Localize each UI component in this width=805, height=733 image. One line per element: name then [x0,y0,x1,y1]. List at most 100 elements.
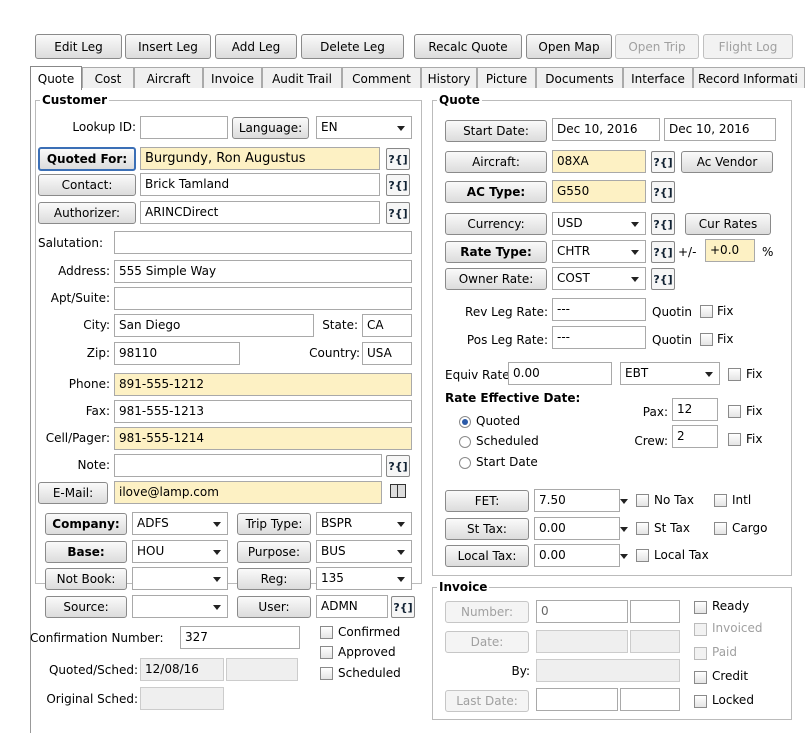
currency-lookup-icon[interactable]: ?{] [651,213,675,235]
invoice-date-button[interactable]: Date: [445,631,529,653]
confirmation-number-input[interactable]: 327 [180,626,300,649]
ac-type-input[interactable]: G550 [552,180,646,203]
user-input[interactable]: ADMN [316,595,388,618]
tab-picture[interactable]: Picture [477,67,536,89]
state-input[interactable]: CA [362,314,412,337]
note-input[interactable] [114,454,382,477]
email-button[interactable]: E-Mail: [38,482,108,504]
ac-type-button[interactable]: AC Type: [445,181,547,203]
apt-suite-input[interactable] [114,287,412,310]
tab-audit-trail[interactable]: Audit Trail [262,67,342,89]
rate-type-button[interactable]: Rate Type: [445,241,547,263]
reg-select[interactable]: 135 [316,567,412,590]
rev-leg-rate-input[interactable]: --- [552,298,646,321]
source-button[interactable]: Source: [45,596,127,618]
ac-vendor-button[interactable]: Ac Vendor [681,151,773,173]
invoiced-checkbox[interactable] [694,623,707,636]
st-tax-checkbox[interactable] [636,522,649,535]
owner-rate-button[interactable]: Owner Rate: [445,268,547,290]
recalc-quote-button[interactable]: Recalc Quote [414,34,522,59]
open-trip-button[interactable]: Open Trip [615,34,699,59]
contact-button[interactable]: Contact: [38,174,136,196]
add-leg-button[interactable]: Add Leg [215,34,297,59]
trip-type-select[interactable]: BSPR [316,512,412,535]
last-time-input[interactable] [620,688,680,711]
ready-checkbox[interactable] [694,601,707,614]
local-tax-button[interactable]: Local Tax: [445,545,529,567]
tab-documents[interactable]: Documents [536,67,623,89]
currency-button[interactable]: Currency: [445,213,547,235]
start-date-button[interactable]: Start Date: [445,120,547,142]
intl-checkbox[interactable] [714,494,727,507]
open-map-button[interactable]: Open Map [526,34,612,59]
rate-adjust-input[interactable]: +0.0 [705,239,755,262]
st-tax-button[interactable]: St Tax: [445,518,529,540]
edit-leg-button[interactable]: Edit Leg [35,34,122,59]
rev-fix-checkbox[interactable] [700,305,713,318]
language-select[interactable]: EN [316,116,412,139]
base-button[interactable]: Base: [45,541,127,563]
tab-interface[interactable]: Interface [623,67,693,89]
pos-fix-checkbox[interactable] [700,333,713,346]
company-select[interactable]: ADFS [132,512,228,535]
fet-dropdown-icon[interactable] [620,499,628,504]
crew-input[interactable]: 2 [672,425,718,448]
credit-checkbox[interactable] [694,671,707,684]
local-tax-checkbox[interactable] [636,549,649,562]
cur-rates-button[interactable]: Cur Rates [685,213,771,235]
not-book-button[interactable]: Not Book: [45,568,127,590]
address-input[interactable]: 555 Simple Way [114,260,412,283]
lookup-id-input[interactable] [140,116,228,139]
delete-leg-button[interactable]: Delete Leg [301,34,404,59]
rate-eff-quoted-radio[interactable] [459,416,471,428]
source-select[interactable] [132,595,228,618]
contact-lookup-icon[interactable]: ?{] [386,174,410,196]
zip-input[interactable]: 98110 [114,342,240,365]
rate-type-select[interactable]: CHTR [552,240,646,263]
salutation-input[interactable] [114,231,412,254]
equiv-rate-input[interactable]: 0.00 [508,362,612,385]
quoted-for-input[interactable]: Burgundy, Ron Augustus [140,147,380,170]
base-select[interactable]: HOU [132,540,228,563]
flight-log-button[interactable]: Flight Log [703,34,793,59]
authorizer-input[interactable]: ARINCDirect [140,201,380,224]
purpose-select[interactable]: BUS [316,540,412,563]
start-date-input[interactable]: Dec 10, 2016 [552,118,660,141]
pax-input[interactable]: 12 [672,398,718,421]
invoice-number-button[interactable]: Number: [445,601,529,623]
rate-eff-start-date-radio[interactable] [459,457,471,469]
aircraft-lookup-icon[interactable]: ?{] [651,151,675,173]
fet-button[interactable]: FET: [445,490,529,512]
no-tax-checkbox[interactable] [636,494,649,507]
purpose-button[interactable]: Purpose: [237,541,311,563]
end-date-input[interactable]: Dec 10, 2016 [664,118,776,141]
tab-aircraft[interactable]: Aircraft [134,67,203,89]
quoted-for-button[interactable]: Quoted For: [38,147,136,171]
company-button[interactable]: Company: [45,513,127,535]
phone-input[interactable]: 891-555-1212 [114,373,412,396]
note-lookup-icon[interactable]: ?{] [386,455,410,477]
tab-history[interactable]: History [421,67,477,89]
invoice-number-suffix[interactable] [630,600,680,623]
rate-type-lookup-icon[interactable]: ?{] [651,241,675,263]
language-button[interactable]: Language: [232,117,309,139]
tab-quote[interactable]: Quote [30,66,82,90]
contact-input[interactable]: Brick Tamland [140,173,380,196]
address-book-icon[interactable] [390,484,406,498]
locked-checkbox[interactable] [694,695,707,708]
user-lookup-icon[interactable]: ?{] [391,596,415,618]
last-date-input[interactable] [536,688,618,711]
cell-pager-input[interactable]: 981-555-1214 [114,427,412,450]
st-tax-dropdown-icon[interactable] [620,527,628,532]
approved-checkbox[interactable] [320,646,333,659]
insert-leg-button[interactable]: Insert Leg [125,34,211,59]
tab-comment[interactable]: Comment [342,67,421,89]
user-button[interactable]: User: [237,596,311,618]
authorizer-button[interactable]: Authorizer: [38,202,136,224]
aircraft-input[interactable]: 08XA [552,150,646,173]
st-tax-input[interactable]: 0.00 [534,517,620,540]
local-tax-input[interactable]: 0.00 [534,544,620,567]
equiv-type-select[interactable]: EBT [620,362,720,385]
paid-checkbox[interactable] [694,647,707,660]
country-input[interactable]: USA [362,342,412,365]
